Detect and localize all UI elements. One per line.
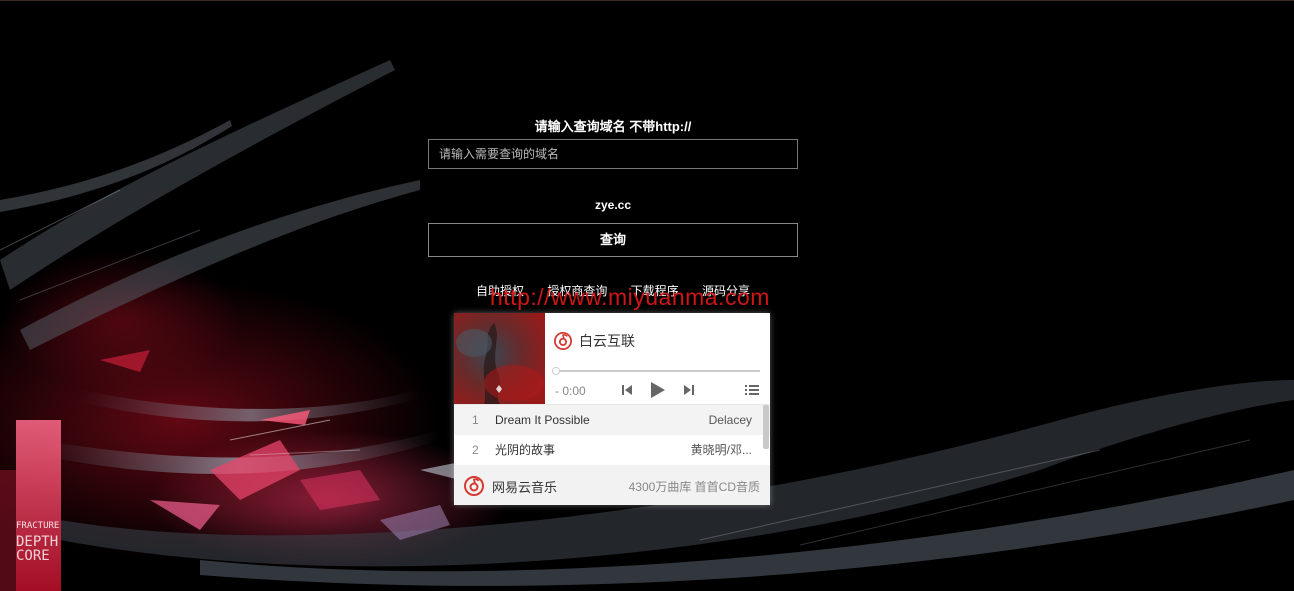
progress-bar[interactable] (554, 370, 760, 372)
track-number: 2 (472, 443, 479, 457)
example-domain: zye.cc (594, 198, 632, 212)
track-name: Dream It Possible (495, 413, 590, 427)
svg-text:FRACTURE: FRACTURE (16, 521, 59, 531)
page: FRACTURE DEPTH CORE 请输入查询域名 不带http:// zy… (0, 0, 1294, 591)
play-icon[interactable] (649, 379, 667, 401)
track-list: 1 Dream It Possible Delacey 2 光阴的故事 黄晓明/… (454, 404, 770, 466)
prev-icon[interactable] (620, 381, 634, 399)
query-button[interactable]: 查询 (428, 223, 798, 257)
domain-input[interactable] (428, 139, 798, 169)
link-source-share[interactable]: 源码分享 (702, 284, 750, 298)
link-reseller-query[interactable]: 授权商查询 (547, 284, 607, 298)
track-item[interactable]: 2 光阴的故事 黄晓明/邓... (454, 435, 770, 465)
svg-text:CORE: CORE (16, 548, 50, 564)
query-title: 请输入查询域名 不带http:// (534, 119, 692, 134)
footer-slogan: 4300万曲库 首首CD音质 (628, 480, 760, 494)
track-artist: 黄晓明/邓... (690, 443, 752, 457)
track-number: 1 (472, 413, 479, 427)
player-header: 白云互联 (554, 331, 635, 351)
album-cover[interactable] (454, 313, 545, 404)
link-download[interactable]: 下载程序 (631, 284, 679, 298)
next-icon[interactable] (682, 381, 696, 399)
track-artist: Delacey (708, 413, 752, 427)
tracklist-scrollbar[interactable] (763, 405, 769, 449)
playlist-icon[interactable] (744, 381, 760, 399)
time-display: - 0:00 (555, 384, 586, 398)
track-item[interactable]: 1 Dream It Possible Delacey (454, 405, 770, 435)
nav-links: 自助授权 授权商查询 下载程序 源码分享 (428, 282, 798, 299)
netease-music-icon (464, 476, 484, 496)
music-player: 白云互联 - 0:00 1 Dream It Possible Delacey (454, 313, 770, 505)
footer-brand: 网易云音乐 (492, 480, 558, 495)
progress-handle[interactable] (552, 367, 560, 375)
song-title: 白云互联 (579, 333, 635, 349)
track-name: 光阴的故事 (495, 443, 556, 457)
netease-music-icon (554, 332, 572, 350)
player-footer[interactable]: 网易云音乐 4300万曲库 首首CD音质 (454, 465, 770, 505)
link-self-authorize[interactable]: 自助授权 (476, 284, 524, 298)
